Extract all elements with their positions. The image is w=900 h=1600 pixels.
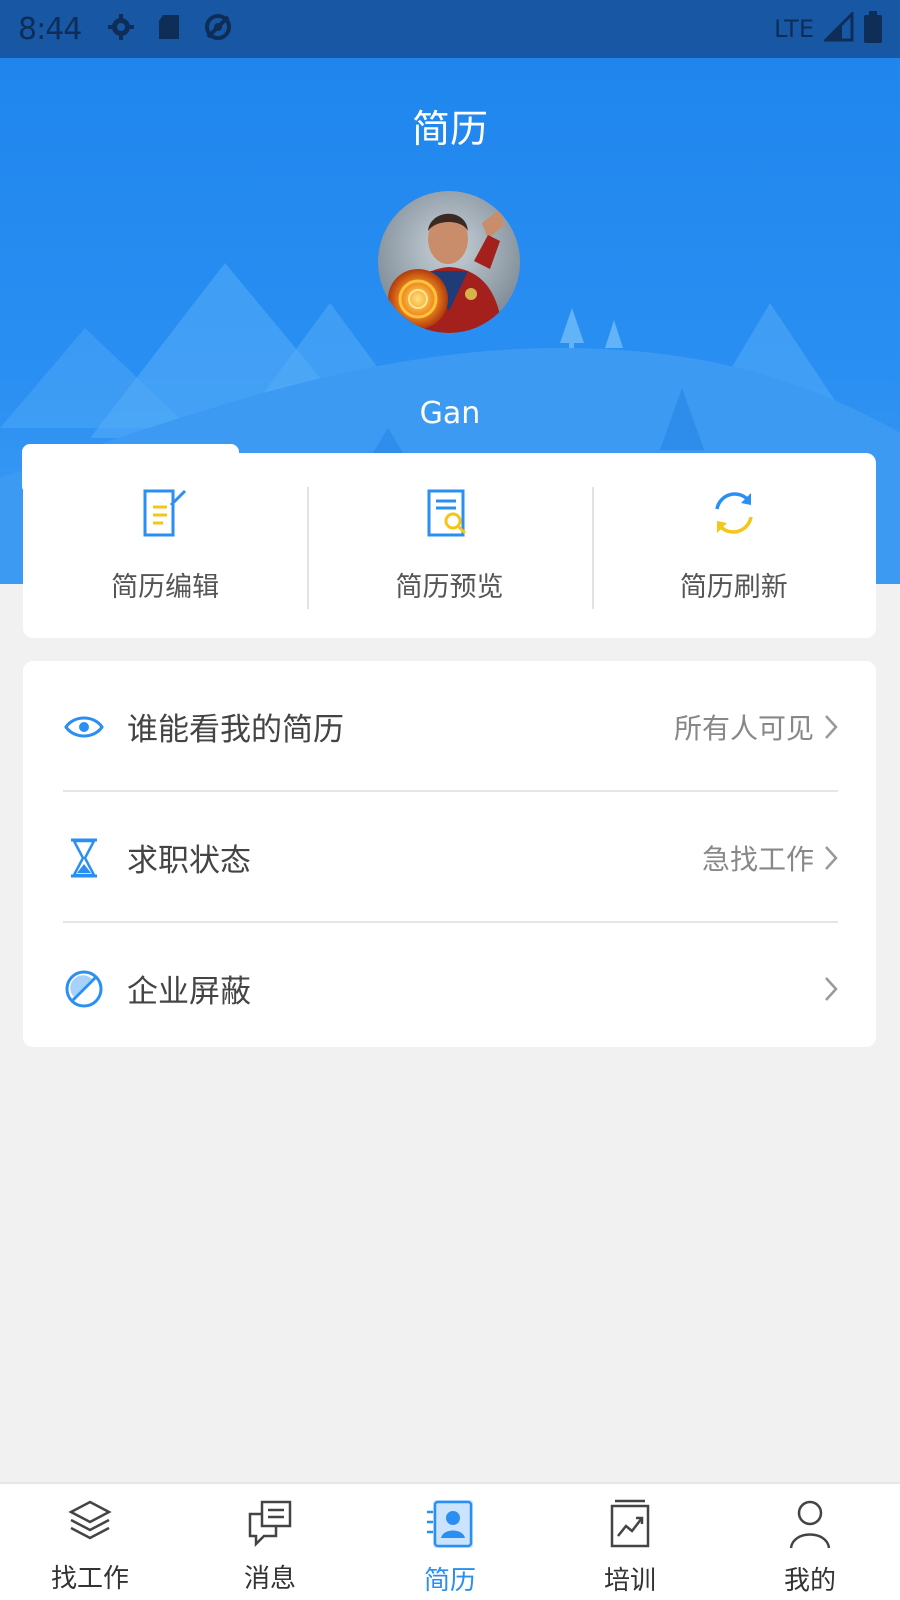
hourglass-icon (63, 837, 105, 879)
resume-edit-label: 简历编辑 (111, 572, 220, 603)
tab-find-job[interactable]: 找工作 (0, 1484, 180, 1600)
status-bar: 8:44 LTE (0, 0, 900, 58)
layers-icon (67, 1498, 113, 1552)
block-icon (63, 968, 105, 1010)
edit-icon (141, 487, 189, 543)
tab-mine-label: 我的 (783, 1566, 836, 1596)
resume-refresh-button[interactable]: 简历刷新 (591, 453, 876, 638)
preview-icon (425, 487, 473, 543)
visibility-row[interactable]: 谁能看我的简历 所有人可见 (23, 661, 876, 792)
settings-gear-icon (107, 13, 135, 45)
resume-preview-label: 简历预览 (395, 572, 504, 603)
chart-book-icon (607, 1498, 653, 1554)
status-time: 8:44 (18, 11, 82, 47)
tab-find-job-label: 找工作 (50, 1564, 129, 1594)
tab-messages-label: 消息 (243, 1564, 296, 1594)
person-icon (787, 1498, 833, 1554)
tab-training[interactable]: 培训 (540, 1484, 720, 1600)
tab-resume-label: 简历 (423, 1566, 476, 1596)
eye-icon (63, 706, 105, 748)
tab-messages[interactable]: 消息 (180, 1484, 360, 1600)
chat-icon (246, 1498, 294, 1552)
chevron-right-icon (824, 976, 838, 1002)
network-type: LTE (774, 15, 814, 43)
bottom-tab-bar: 找工作 消息 简历 培训 我的 (0, 1482, 900, 1600)
resume-icon (425, 1498, 475, 1554)
page-title: 简历 (411, 107, 488, 151)
avatar[interactable] (378, 191, 520, 333)
chevron-right-icon (824, 845, 838, 871)
refresh-icon (709, 487, 759, 543)
job-status-row[interactable]: 求职状态 急找工作 (23, 792, 876, 923)
battery-icon (864, 11, 882, 47)
user-name: Gan (419, 396, 481, 431)
resume-preview-button[interactable]: 简历预览 (307, 453, 591, 638)
job-status-value: 急找工作 (701, 842, 814, 876)
resume-actions-card: 简历编辑 简历预览 简历刷新 (23, 453, 876, 638)
visibility-label: 谁能看我的简历 (127, 712, 344, 748)
resume-refresh-label: 简历刷新 (679, 572, 788, 603)
tab-resume[interactable]: 简历 (360, 1484, 540, 1600)
job-status-label: 求职状态 (127, 843, 251, 879)
resume-settings-card: 谁能看我的简历 所有人可见 求职状态 急找工作 企业屏蔽 (23, 661, 876, 1047)
no-sync-icon (203, 12, 233, 46)
company-block-label: 企业屏蔽 (127, 974, 251, 1010)
chevron-right-icon (824, 714, 838, 740)
sd-card-icon (157, 13, 181, 45)
signal-icon (822, 10, 854, 46)
resume-edit-button[interactable]: 简历编辑 (23, 453, 307, 638)
tab-training-label: 培训 (603, 1566, 656, 1596)
visibility-value: 所有人可见 (673, 711, 814, 745)
tab-mine[interactable]: 我的 (720, 1484, 900, 1600)
company-block-row[interactable]: 企业屏蔽 (23, 923, 876, 1054)
